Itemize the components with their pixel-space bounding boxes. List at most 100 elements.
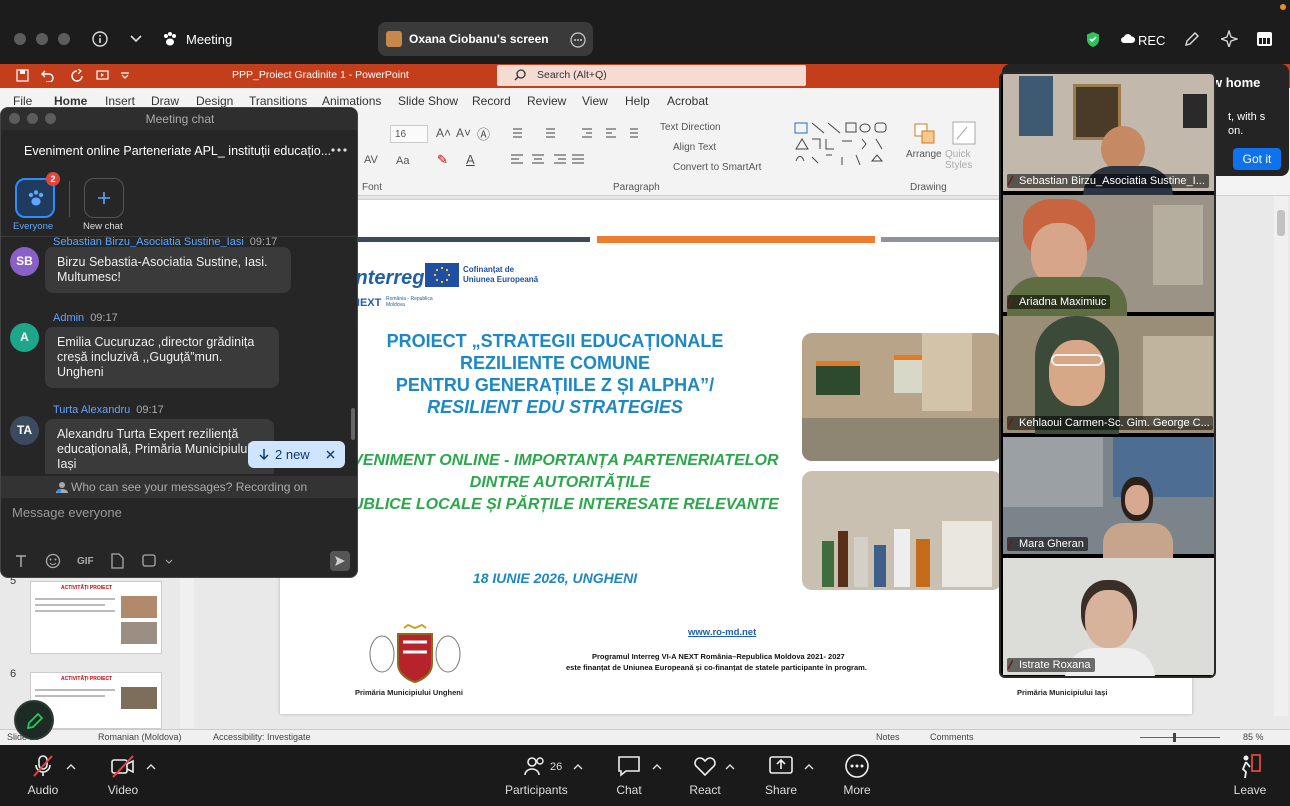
menu-design[interactable]: Design xyxy=(196,94,233,108)
chevron-up-icon[interactable] xyxy=(725,764,735,770)
arrange-label[interactable]: Arrange xyxy=(906,149,942,160)
info-icon[interactable] xyxy=(92,31,108,47)
chevron-up-icon[interactable] xyxy=(573,764,583,770)
window-minimize-dot[interactable] xyxy=(36,33,48,45)
highlight-icon[interactable]: ✎ xyxy=(437,152,448,168)
text-direction-button[interactable]: Text Direction xyxy=(660,122,721,133)
ai-sparkle-icon[interactable] xyxy=(1221,30,1238,47)
zoom-slider-thumb[interactable] xyxy=(1173,733,1176,742)
clear-format-icon[interactable]: Ⓐ xyxy=(477,124,490,143)
shrink-font-icon[interactable]: A˅ xyxy=(456,126,471,140)
new-messages-pill[interactable]: 2 new xyxy=(248,441,345,468)
menu-animations[interactable]: Animations xyxy=(322,94,381,108)
align-text-button[interactable]: Align Text xyxy=(673,142,716,153)
status-comments[interactable]: Comments xyxy=(930,732,974,742)
message-input[interactable]: Message everyone xyxy=(12,505,122,520)
new-chat-label[interactable]: New chat xyxy=(83,221,123,232)
rec-label[interactable]: REC xyxy=(1138,33,1165,48)
slide-thumb-5[interactable]: ACTIVITĂȚI PROIECT xyxy=(30,581,162,654)
chat-message[interactable]: Birzu Sebastia-Asociatia Sustine, Iasi. … xyxy=(45,247,291,293)
chevron-down-icon[interactable] xyxy=(165,559,173,564)
slide-scrollbar[interactable] xyxy=(1274,196,1288,716)
chevron-down-icon[interactable] xyxy=(130,35,142,43)
shapes-gallery[interactable] xyxy=(794,121,894,167)
participants-button[interactable]: Participants xyxy=(505,753,568,797)
view-layout-icon[interactable] xyxy=(1257,32,1272,46)
everyone-label[interactable]: Everyone xyxy=(13,221,53,232)
menu-slide-show[interactable]: Slide Show xyxy=(398,94,458,108)
arrange-icon[interactable] xyxy=(913,122,937,146)
menu-record[interactable]: Record xyxy=(472,94,511,108)
chat-message[interactable]: Emilia Cucuruzac ,director grădinița cre… xyxy=(45,327,279,388)
video-tile[interactable]: Istrate Roxana xyxy=(1003,558,1214,676)
menu-file[interactable]: File xyxy=(13,94,32,108)
ppt-search-box[interactable]: Search (Alt+Q) xyxy=(497,65,806,86)
meeting-label[interactable]: Meeting xyxy=(186,32,232,47)
menu-help[interactable]: Help xyxy=(625,94,650,108)
status-zoom[interactable]: 85 % xyxy=(1243,732,1264,742)
video-tile[interactable]: Ariadna Maximiuc xyxy=(1003,195,1214,317)
menu-insert[interactable]: Insert xyxy=(105,94,135,108)
privacy-bar[interactable]: Who can see your messages? Recording on xyxy=(1,476,357,498)
leave-button[interactable]: Leave xyxy=(1232,753,1268,797)
font-color-icon[interactable]: A xyxy=(466,152,475,167)
chat-scrollbar[interactable] xyxy=(351,408,355,440)
list-icons[interactable] xyxy=(510,126,650,140)
send-button[interactable] xyxy=(330,551,350,571)
shield-icon[interactable] xyxy=(1086,31,1100,48)
chat-message[interactable]: Alexandru Turta Expert reziliență educaț… xyxy=(45,419,274,474)
undo-icon[interactable] xyxy=(40,69,54,82)
align-icons[interactable] xyxy=(510,153,585,166)
gif-button[interactable]: GIF xyxy=(77,556,94,567)
window-close-dot[interactable] xyxy=(14,33,26,45)
customize-toolbar-icon[interactable] xyxy=(121,72,129,80)
quick-styles-label[interactable]: Quick Styles xyxy=(945,149,985,171)
status-language[interactable]: Romanian (Moldova) xyxy=(98,732,182,742)
chevron-up-icon[interactable] xyxy=(652,764,662,770)
save-icon[interactable] xyxy=(16,69,29,82)
chevron-up-icon[interactable] xyxy=(66,764,76,770)
menu-transitions[interactable]: Transitions xyxy=(249,94,307,108)
close-icon[interactable] xyxy=(326,450,335,459)
privacy-note[interactable]: Who can see your messages? Recording on xyxy=(71,480,307,494)
chat-name[interactable]: Eveniment online Parteneriate APL_ insti… xyxy=(24,144,331,158)
status-notes[interactable]: Notes xyxy=(876,732,900,742)
new-chat-button[interactable] xyxy=(84,178,124,218)
file-icon[interactable] xyxy=(110,553,124,569)
chat-message-list[interactable]: Sebastian Birzu_Asociatia Sustine_Iasi 09… xyxy=(1,237,351,474)
more-options-icon[interactable] xyxy=(570,32,586,48)
grow-font-icon[interactable]: A˄ xyxy=(436,126,451,140)
font-size-box[interactable]: 16 xyxy=(390,125,428,143)
annotate-pen-icon[interactable] xyxy=(1184,31,1200,47)
text-format-icon[interactable] xyxy=(14,554,28,568)
start-from-beginning-icon[interactable] xyxy=(96,69,109,82)
emoji-icon[interactable] xyxy=(45,553,61,569)
convert-smartart-button[interactable]: Convert to SmartArt xyxy=(673,162,761,173)
screenshot-icon[interactable] xyxy=(142,554,158,568)
menu-view[interactable]: View xyxy=(582,94,608,108)
screen-share-pill[interactable]: Oxana Ciobanu's screen xyxy=(378,22,593,56)
video-tile[interactable]: Mara Gheran xyxy=(1003,437,1214,559)
video-button[interactable]: Video xyxy=(102,753,144,797)
redo-icon[interactable] xyxy=(70,69,84,82)
char-spacing-icon[interactable]: AV xyxy=(364,154,378,166)
menu-acrobat[interactable]: Acrobat xyxy=(667,94,708,108)
status-accessibility[interactable]: Accessibility: Investigate xyxy=(213,732,311,742)
window-zoom-dot[interactable] xyxy=(58,33,70,45)
video-tile[interactable]: Sebastian Birzu_Asociatia Sustine_I... xyxy=(1003,74,1214,196)
chevron-up-icon[interactable] xyxy=(146,764,156,770)
change-case-icon[interactable]: Aa xyxy=(396,155,409,167)
zoom-slider[interactable] xyxy=(1140,737,1220,738)
share-button[interactable]: Share xyxy=(762,753,800,797)
menu-draw[interactable]: Draw xyxy=(151,94,179,108)
more-button[interactable]: More xyxy=(838,753,876,797)
react-button[interactable]: React xyxy=(685,753,725,797)
website-link[interactable]: www.ro-md.net xyxy=(688,627,756,638)
got-it-button[interactable]: Got it xyxy=(1233,148,1281,170)
chat-button[interactable]: Chat xyxy=(610,753,648,797)
menu-review[interactable]: Review xyxy=(527,94,566,108)
chevron-up-icon[interactable] xyxy=(804,764,814,770)
chat-more-icon[interactable] xyxy=(331,148,347,152)
audio-button[interactable]: Audio xyxy=(22,753,64,797)
quick-styles-icon[interactable] xyxy=(952,121,976,147)
